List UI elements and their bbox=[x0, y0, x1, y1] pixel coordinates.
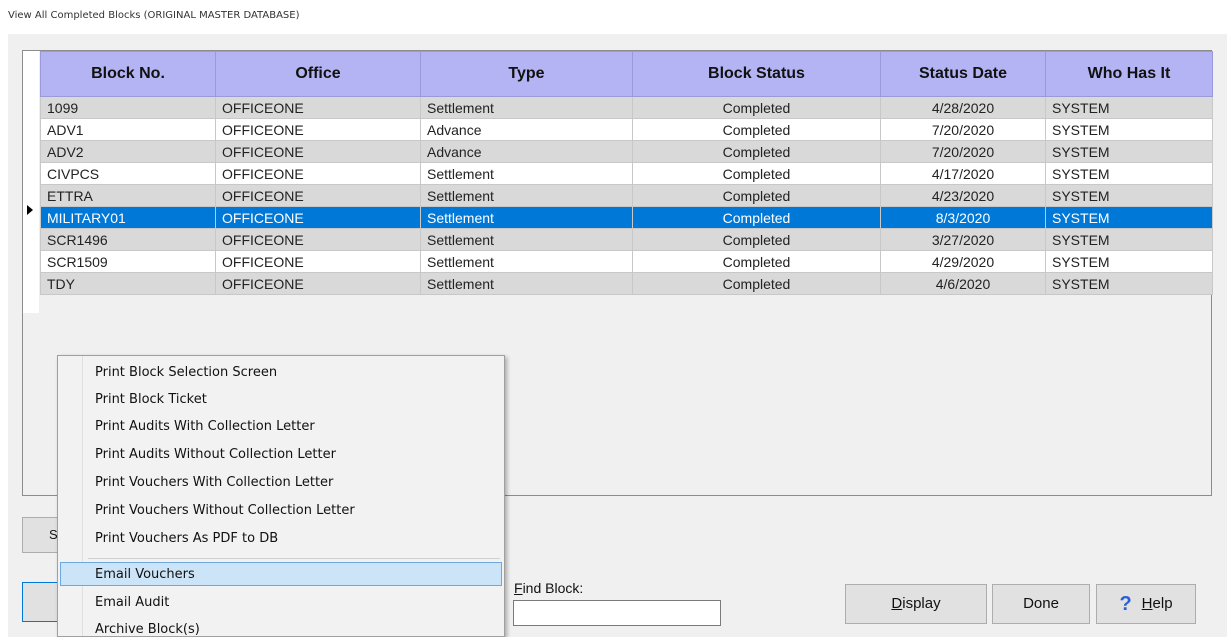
menu-item-email-vouchers[interactable]: Email Vouchers bbox=[95, 567, 195, 582]
menu-item-print-audits-with-collection-letter[interactable]: Print Audits With Collection Letter bbox=[95, 419, 315, 434]
cell-status-date[interactable]: 3/27/2020 bbox=[880, 228, 1046, 251]
menu-item-print-vouchers-without-collection-letter[interactable]: Print Vouchers Without Collection Letter bbox=[95, 503, 355, 518]
context-menu: Print Block Selection Screen Print Block… bbox=[57, 355, 505, 637]
cell-office[interactable]: OFFICEONE bbox=[215, 206, 421, 229]
cell-who-has-it[interactable]: SYSTEM bbox=[1045, 228, 1213, 251]
menu-item-email-audit[interactable]: Email Audit bbox=[95, 595, 169, 610]
menu-item-print-vouchers-with-collection-letter[interactable]: Print Vouchers With Collection Letter bbox=[95, 475, 333, 490]
menu-item-print-audits-without-collection-letter[interactable]: Print Audits Without Collection Letter bbox=[95, 447, 336, 462]
menu-item-print-block-ticket[interactable]: Print Block Ticket bbox=[95, 392, 207, 407]
column-header-type[interactable]: Type bbox=[420, 51, 633, 97]
cell-who-has-it[interactable]: SYSTEM bbox=[1045, 140, 1213, 163]
cell-office[interactable]: OFFICEONE bbox=[215, 250, 421, 273]
cell-who-has-it[interactable]: SYSTEM bbox=[1045, 162, 1213, 185]
column-header-who-has-it[interactable]: Who Has It bbox=[1045, 51, 1213, 97]
row-header-column bbox=[23, 51, 39, 313]
help-button[interactable]: ? Help bbox=[1096, 584, 1196, 624]
help-question-icon: ? bbox=[1119, 593, 1132, 615]
cell-office[interactable]: OFFICEONE bbox=[215, 96, 421, 119]
menu-item-archive-blocks[interactable]: Archive Block(s) bbox=[95, 622, 200, 637]
column-header-block-no[interactable]: Block No. bbox=[40, 51, 216, 97]
table-row[interactable]: SCR1509 OFFICEONE Settlement Completed 4/29/… bbox=[40, 250, 1213, 273]
cell-who-has-it[interactable]: SYSTEM bbox=[1045, 184, 1213, 207]
cell-status-date[interactable]: 7/20/2020 bbox=[880, 118, 1046, 141]
cell-status-date[interactable]: 8/3/2020 bbox=[880, 206, 1046, 229]
cell-status-date[interactable]: 7/20/2020 bbox=[880, 140, 1046, 163]
cell-status-date[interactable]: 4/23/2020 bbox=[880, 184, 1046, 207]
row-pointer-icon bbox=[27, 205, 33, 215]
cell-who-has-it[interactable]: SYSTEM bbox=[1045, 118, 1213, 141]
cell-type[interactable]: Settlement bbox=[420, 96, 633, 119]
menu-item-print-vouchers-as-pdf[interactable]: Print Vouchers As PDF to DB bbox=[95, 531, 278, 546]
cell-office[interactable]: OFFICEONE bbox=[215, 228, 421, 251]
find-block-input[interactable] bbox=[513, 600, 721, 626]
column-header-office[interactable]: Office bbox=[215, 51, 421, 97]
cell-type[interactable]: Settlement bbox=[420, 184, 633, 207]
column-header-status-date[interactable]: Status Date bbox=[880, 51, 1046, 97]
cell-block-status[interactable]: Completed bbox=[632, 206, 881, 229]
cell-office[interactable]: OFFICEONE bbox=[215, 118, 421, 141]
cell-status-date[interactable]: 4/17/2020 bbox=[880, 162, 1046, 185]
menu-separator bbox=[88, 558, 500, 559]
cell-type[interactable]: Settlement bbox=[420, 250, 633, 273]
table-row[interactable]: CIVPCS OFFICEONE Settlement Completed 4/17/2… bbox=[40, 162, 1213, 185]
find-block-label: Find Block: bbox=[514, 580, 584, 596]
cell-status-date[interactable]: 4/6/2020 bbox=[880, 272, 1046, 295]
table-row[interactable]: 1099 OFFICEONE Settlement Completed 4/28/202… bbox=[40, 96, 1213, 119]
blocks-grid: Block No. Office Type Block Status Statu… bbox=[40, 51, 1213, 295]
cell-block-no[interactable]: ADV1 bbox=[40, 118, 216, 141]
table-row[interactable]: ETTRA OFFICEONE Settlement Completed 4/23/20… bbox=[40, 184, 1213, 207]
cell-block-status[interactable]: Completed bbox=[632, 228, 881, 251]
table-row[interactable]: MILITARY01 OFFICEONE Settlement Completed 8/… bbox=[40, 206, 1213, 229]
cell-who-has-it[interactable]: SYSTEM bbox=[1045, 206, 1213, 229]
cell-block-status[interactable]: Completed bbox=[632, 272, 881, 295]
cell-type[interactable]: Settlement bbox=[420, 272, 633, 295]
window-title: View All Completed Blocks (ORIGINAL MAST… bbox=[8, 10, 300, 21]
cell-block-no[interactable]: 1099 bbox=[40, 96, 216, 119]
cell-status-date[interactable]: 4/29/2020 bbox=[880, 250, 1046, 273]
cell-block-no[interactable]: ADV2 bbox=[40, 140, 216, 163]
cell-type[interactable]: Settlement bbox=[420, 228, 633, 251]
column-header-block-status[interactable]: Block Status bbox=[632, 51, 881, 97]
cell-office[interactable]: OFFICEONE bbox=[215, 140, 421, 163]
cell-block-no[interactable]: ETTRA bbox=[40, 184, 216, 207]
done-button[interactable]: Done bbox=[992, 584, 1090, 624]
cell-type[interactable]: Advance bbox=[420, 140, 633, 163]
cell-block-status[interactable]: Completed bbox=[632, 118, 881, 141]
cell-block-status[interactable]: Completed bbox=[632, 162, 881, 185]
table-row[interactable]: TDY OFFICEONE Settlement Completed 4/6/2020 S… bbox=[40, 272, 1213, 295]
cell-block-no[interactable]: SCR1509 bbox=[40, 250, 216, 273]
cell-block-no[interactable]: SCR1496 bbox=[40, 228, 216, 251]
cell-office[interactable]: OFFICEONE bbox=[215, 184, 421, 207]
cell-type[interactable]: Settlement bbox=[420, 206, 633, 229]
cell-who-has-it[interactable]: SYSTEM bbox=[1045, 96, 1213, 119]
table-row[interactable]: SCR1496 OFFICEONE Settlement Completed 3/27/… bbox=[40, 228, 1213, 251]
find-block-accel: F bbox=[514, 580, 523, 596]
table-row[interactable]: ADV2 OFFICEONE Advance Completed 7/20/2020 SY… bbox=[40, 140, 1213, 163]
cell-who-has-it[interactable]: SYSTEM bbox=[1045, 272, 1213, 295]
cell-block-status[interactable]: Completed bbox=[632, 96, 881, 119]
cell-office[interactable]: OFFICEONE bbox=[215, 162, 421, 185]
menu-item-print-block-selection-screen[interactable]: Print Block Selection Screen bbox=[95, 365, 277, 380]
cell-who-has-it[interactable]: SYSTEM bbox=[1045, 250, 1213, 273]
cell-block-status[interactable]: Completed bbox=[632, 140, 881, 163]
grid-header-row: Block No. Office Type Block Status Statu… bbox=[40, 51, 1213, 97]
cell-block-no[interactable]: TDY bbox=[40, 272, 216, 295]
cell-block-status[interactable]: Completed bbox=[632, 184, 881, 207]
cell-type[interactable]: Advance bbox=[420, 118, 633, 141]
cell-type[interactable]: Settlement bbox=[420, 162, 633, 185]
menu-gutter bbox=[82, 356, 83, 636]
cell-block-no[interactable]: MILITARY01 bbox=[40, 206, 216, 229]
cell-block-no[interactable]: CIVPCS bbox=[40, 162, 216, 185]
display-button[interactable]: Display bbox=[845, 584, 987, 624]
cell-office[interactable]: OFFICEONE bbox=[215, 272, 421, 295]
cell-block-status[interactable]: Completed bbox=[632, 250, 881, 273]
cell-status-date[interactable]: 4/28/2020 bbox=[880, 96, 1046, 119]
table-row[interactable]: ADV1 OFFICEONE Advance Completed 7/20/2020 SY… bbox=[40, 118, 1213, 141]
